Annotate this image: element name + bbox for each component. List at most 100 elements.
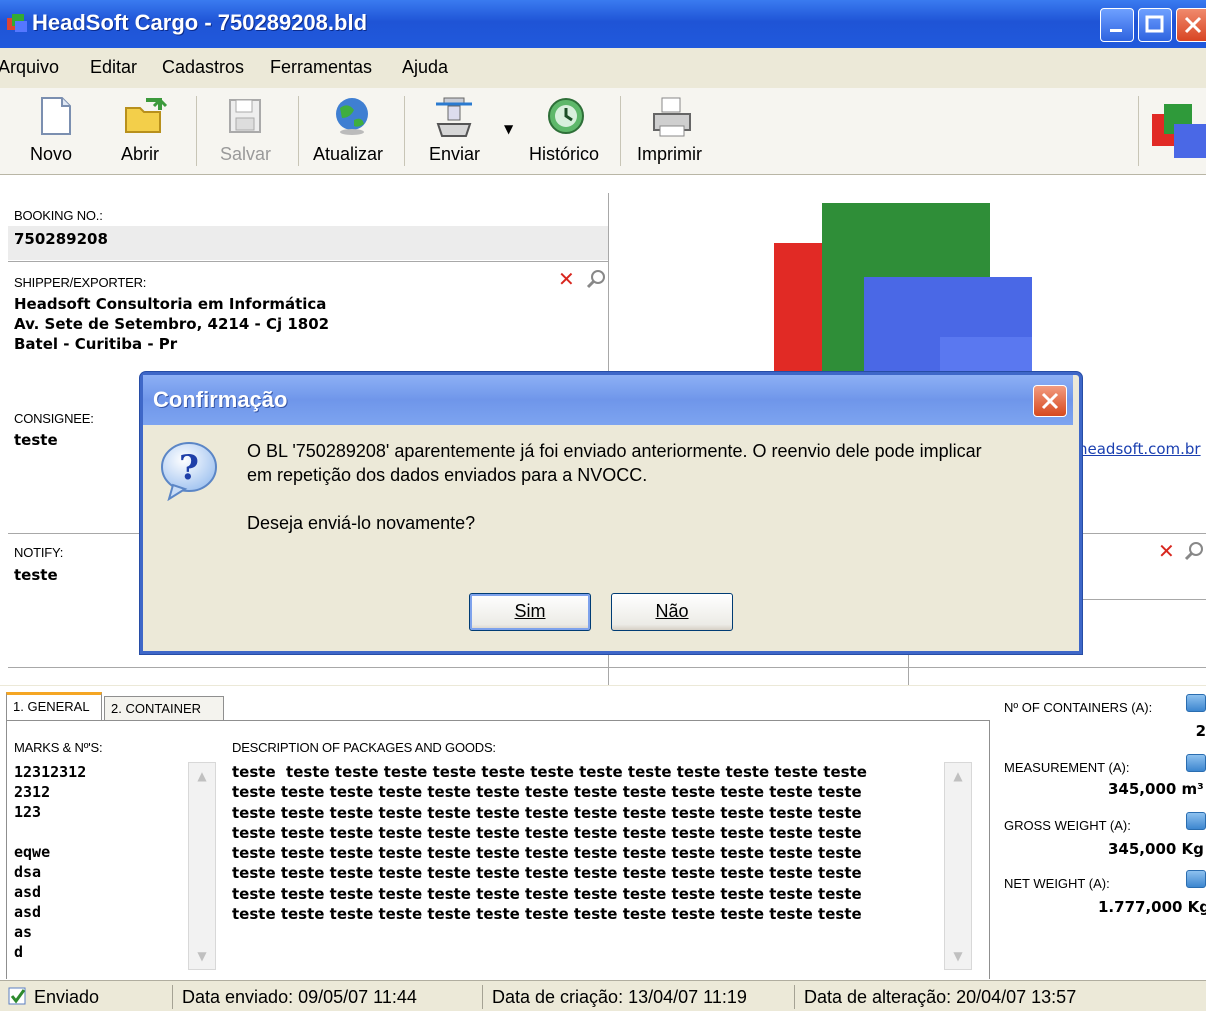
search-icon[interactable] bbox=[586, 269, 606, 293]
dialog-message-line-1: O BL '750289208' aparentemente já foi en… bbox=[247, 441, 982, 461]
toolbar-separator bbox=[1138, 96, 1139, 166]
shipper-line-1: Headsoft Consultoria em Informática bbox=[14, 295, 327, 313]
scroll-down-icon[interactable]: ▼ bbox=[947, 945, 969, 967]
globe-icon bbox=[332, 96, 372, 136]
description-line: teste teste teste teste teste teste test… bbox=[232, 823, 862, 842]
enviar-label: Enviar bbox=[429, 144, 481, 164]
historico-label: Histórico bbox=[529, 144, 600, 164]
divider bbox=[172, 985, 173, 1009]
divider bbox=[8, 261, 608, 262]
scroll-down-icon[interactable]: ▼ bbox=[191, 945, 213, 967]
no-button[interactable]: Não bbox=[611, 593, 733, 631]
clear-icon[interactable]: ✕ bbox=[558, 267, 575, 291]
imprimir-button[interactable]: Imprimir bbox=[632, 88, 712, 174]
goods-section: 1. GENERAL 2. CONTAINER MARKS & Nº'S: 12… bbox=[0, 686, 1206, 980]
measurement-value: 345,000 m³ bbox=[1108, 780, 1204, 798]
dialog-message-line-2: em repetição dos dados enviados para a N… bbox=[247, 465, 648, 485]
novo-button[interactable]: Novo bbox=[20, 88, 90, 174]
marks-line: 12312312 bbox=[14, 763, 87, 781]
containers-label: Nº OF CONTAINERS (A): bbox=[1004, 700, 1153, 715]
description-line: teste teste teste teste teste teste test… bbox=[232, 803, 862, 822]
description-label: DESCRIPTION OF PACKAGES AND GOODS: bbox=[232, 740, 496, 755]
calc-icon[interactable] bbox=[1186, 754, 1206, 772]
shipper-label: SHIPPER/EXPORTER: bbox=[14, 275, 147, 290]
description-line: teste teste teste teste teste teste test… bbox=[232, 905, 862, 924]
marks-line: as bbox=[14, 923, 33, 941]
abrir-button[interactable]: Abrir bbox=[110, 88, 180, 174]
shipper-line-3: Batel - Curitiba - Pr bbox=[14, 335, 178, 353]
net-weight-label: NET WEIGHT (A): bbox=[1004, 876, 1110, 891]
divider bbox=[482, 985, 483, 1009]
description-scrollbar[interactable]: ▲ ▼ bbox=[944, 762, 972, 970]
atualizar-button[interactable]: Atualizar bbox=[310, 88, 394, 174]
enviar-button[interactable]: Enviar ▼ bbox=[420, 88, 520, 174]
status-changed-date: Data de alteração: 20/04/07 13:57 bbox=[804, 987, 1077, 1007]
confirmation-dialog: Confirmação ? O BL '750289208' aparentem… bbox=[140, 372, 1082, 654]
gross-weight-label: GROSS WEIGHT (A): bbox=[1004, 818, 1131, 833]
save-icon bbox=[226, 96, 266, 136]
calc-icon[interactable] bbox=[1186, 694, 1206, 712]
marks-line: d bbox=[14, 943, 24, 961]
marks-scrollbar[interactable]: ▲ ▼ bbox=[188, 762, 216, 970]
divider bbox=[794, 985, 795, 1009]
notify-label: NOTIFY: bbox=[14, 545, 64, 560]
menu-cadastros[interactable]: Cadastros bbox=[162, 57, 244, 78]
website-link[interactable]: headsoft.com.br bbox=[1078, 440, 1201, 458]
status-created-date: Data de criação: 13/04/07 11:19 bbox=[492, 987, 747, 1007]
send-network-icon bbox=[432, 96, 472, 137]
menu-editar[interactable]: Editar bbox=[90, 57, 137, 78]
minimize-button[interactable] bbox=[1100, 8, 1134, 42]
notify-value: teste bbox=[14, 566, 58, 584]
marks-line: asd bbox=[14, 903, 42, 921]
toolbar: Novo Abrir Salvar Atualizar Enviar ▼ His… bbox=[0, 88, 1206, 175]
consignee-label: CONSIGNEE: bbox=[14, 411, 94, 426]
open-folder-icon bbox=[124, 96, 168, 136]
yes-button[interactable]: Sim bbox=[469, 593, 591, 631]
description-field[interactable]: teste teste teste teste teste teste test… bbox=[232, 762, 936, 924]
booking-field[interactable]: 750289208 bbox=[8, 226, 608, 260]
consignee-value: teste bbox=[14, 431, 58, 449]
menu-arquivo[interactable]: Arquivo bbox=[0, 57, 59, 78]
divider bbox=[8, 667, 1206, 668]
maximize-button[interactable] bbox=[1138, 8, 1172, 42]
dialog-close-button[interactable] bbox=[1033, 385, 1067, 417]
new-document-icon bbox=[36, 96, 76, 136]
menu-bar: Arquivo Editar Cadastros Ferramentas Aju… bbox=[0, 48, 1206, 89]
description-line: teste teste teste teste teste teste test… bbox=[232, 864, 862, 883]
historico-button[interactable]: Histórico bbox=[526, 88, 608, 174]
search-icon[interactable] bbox=[1184, 541, 1204, 565]
clear-icon[interactable]: ✕ bbox=[1158, 539, 1175, 563]
marks-line: asd bbox=[14, 883, 42, 901]
title-bar: HeadSoft Cargo - 750289208.bld bbox=[0, 0, 1206, 48]
menu-ferramentas[interactable]: Ferramentas bbox=[270, 57, 372, 78]
scroll-up-icon[interactable]: ▲ bbox=[191, 765, 213, 787]
marks-field[interactable]: 12312312 2312 123 eqwe dsa asd asd as d bbox=[14, 762, 86, 962]
toolbar-separator bbox=[404, 96, 405, 166]
dialog-title-bar: Confirmação bbox=[143, 375, 1073, 425]
history-clock-icon bbox=[546, 96, 586, 136]
description-line: teste teste teste teste teste teste test… bbox=[232, 763, 867, 781]
gross-weight-value: 345,000 Kg bbox=[1108, 840, 1204, 858]
dialog-question: Deseja enviá-lo novamente? bbox=[247, 513, 476, 533]
tab-general[interactable]: 1. GENERAL bbox=[6, 692, 102, 720]
dropdown-arrow-icon[interactable]: ▼ bbox=[504, 122, 513, 136]
close-button[interactable] bbox=[1176, 8, 1206, 42]
salvar-label: Salvar bbox=[220, 144, 272, 164]
salvar-button[interactable]: Salvar bbox=[212, 88, 284, 174]
status-bar: Enviado Data enviado: 09/05/07 11:44 Dat… bbox=[0, 980, 1206, 1011]
marks-line bbox=[14, 822, 86, 842]
calc-icon[interactable] bbox=[1186, 870, 1206, 888]
abrir-label: Abrir bbox=[121, 144, 160, 164]
tab-container[interactable]: 2. CONTAINER bbox=[104, 696, 224, 720]
scroll-up-icon[interactable]: ▲ bbox=[947, 765, 969, 787]
description-line: teste teste teste teste teste teste test… bbox=[232, 884, 862, 903]
shipper-line-2: Av. Sete de Setembro, 4214 - Cj 1802 bbox=[14, 315, 330, 333]
containers-value: 2 bbox=[1195, 722, 1206, 740]
status-state: Enviado bbox=[34, 987, 100, 1007]
toolbar-separator bbox=[196, 96, 197, 166]
marks-label: MARKS & Nº'S: bbox=[14, 740, 103, 755]
atualizar-label: Atualizar bbox=[313, 144, 384, 164]
menu-ajuda[interactable]: Ajuda bbox=[402, 57, 448, 78]
calc-icon[interactable] bbox=[1186, 812, 1206, 830]
window-title: HeadSoft Cargo - 750289208.bld bbox=[32, 10, 368, 35]
